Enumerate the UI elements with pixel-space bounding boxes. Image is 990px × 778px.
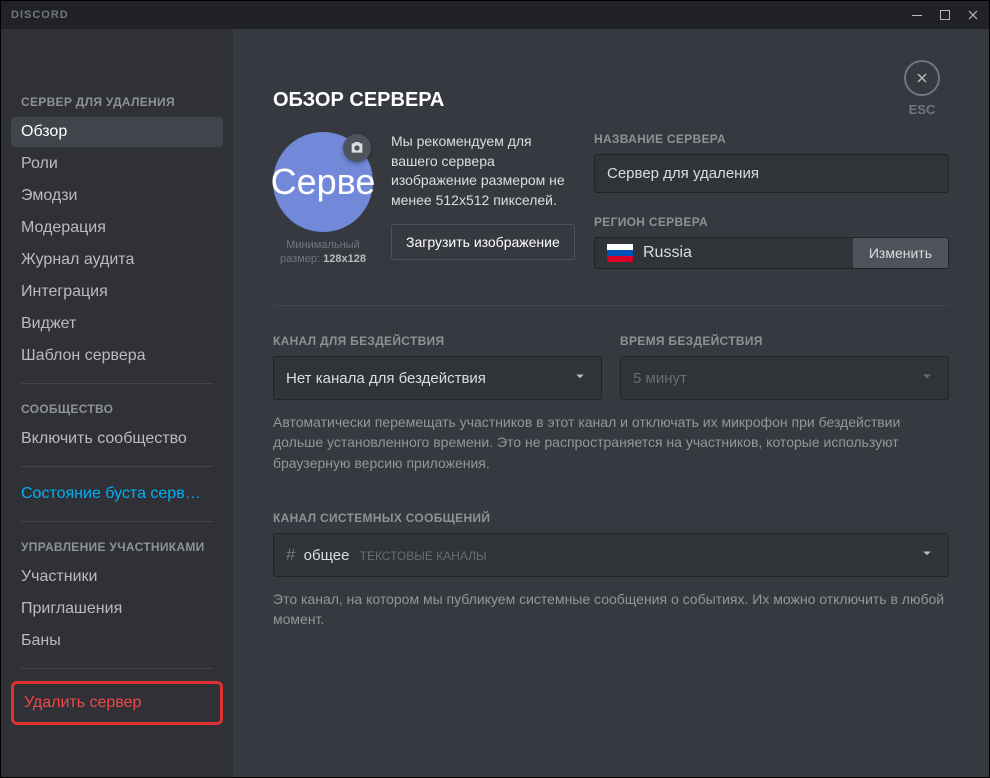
- close-settings-button[interactable]: ESC: [904, 60, 940, 117]
- flag-russia-icon: [607, 244, 633, 262]
- sidebar-separator: [21, 521, 213, 522]
- server-region-display: Russia: [595, 238, 853, 268]
- sidebar-item-boost-status[interactable]: Состояние буста серв…: [11, 479, 223, 509]
- sidebar-item-delete-server[interactable]: Удалить сервер: [14, 688, 220, 718]
- server-icon-uploader[interactable]: Серве: [273, 132, 373, 232]
- afk-timeout-label: ВРЕМЯ БЕЗДЕЙСТВИЯ: [620, 334, 949, 348]
- sidebar-item-emoji[interactable]: Эмодзи: [11, 181, 223, 211]
- system-channel-select[interactable]: # общее ТЕКСТОВЫЕ КАНАЛЫ: [273, 533, 949, 577]
- afk-help-text: Автоматически перемещать участников в эт…: [273, 412, 949, 473]
- sidebar-separator: [21, 466, 213, 467]
- sidebar-section-user-management: УПРАВЛЕНИЕ УЧАСТНИКАМИ: [11, 534, 223, 560]
- upload-image-button[interactable]: Загрузить изображение: [391, 224, 575, 260]
- sidebar-section-community: СООБЩЕСТВО: [11, 396, 223, 422]
- afk-channel-select[interactable]: Нет канала для бездействия: [273, 356, 602, 400]
- chevron-down-icon: [918, 544, 936, 566]
- content-area: ОБЗОР СЕРВЕРА Серве Минимальный размер: …: [233, 29, 989, 777]
- titlebar: DISCORD: [1, 1, 989, 29]
- app-name: DISCORD: [11, 9, 69, 21]
- afk-timeout-select[interactable]: 5 минут: [620, 356, 949, 400]
- hash-icon: #: [286, 545, 295, 564]
- upload-image-icon: [343, 134, 371, 162]
- sidebar-separator: [21, 668, 213, 669]
- afk-channel-label: КАНАЛ ДЛЯ БЕЗДЕЙСТВИЯ: [273, 334, 602, 348]
- system-channel-label: КАНАЛ СИСТЕМНЫХ СООБЩЕНИЙ: [273, 511, 949, 525]
- chevron-down-icon: [571, 367, 589, 389]
- window-close-button[interactable]: [959, 4, 987, 26]
- sidebar-item-integrations[interactable]: Интеграция: [11, 277, 223, 307]
- sidebar-item-template[interactable]: Шаблон сервера: [11, 341, 223, 371]
- sidebar-item-audit-log[interactable]: Журнал аудита: [11, 245, 223, 275]
- sidebar-separator: [21, 383, 213, 384]
- chevron-down-icon: [918, 367, 936, 389]
- sidebar-item-bans[interactable]: Баны: [11, 626, 223, 656]
- sidebar-section-server: СЕРВЕР ДЛЯ УДАЛЕНИЯ: [11, 89, 223, 115]
- window-minimize-button[interactable]: [903, 4, 931, 26]
- server-name-label: НАЗВАНИЕ СЕРВЕРА: [594, 132, 949, 146]
- sidebar-item-members[interactable]: Участники: [11, 562, 223, 592]
- sidebar-item-enable-community[interactable]: Включить сообщество: [11, 424, 223, 454]
- icon-recommend-text: Мы рекомендуем для вашего сервера изобра…: [391, 132, 576, 210]
- divider: [273, 305, 949, 306]
- settings-sidebar: СЕРВЕР ДЛЯ УДАЛЕНИЯ Обзор Роли Эмодзи Мо…: [1, 29, 233, 777]
- window-maximize-button[interactable]: [931, 4, 959, 26]
- server-icon-text: Серве: [271, 161, 376, 203]
- sidebar-item-roles[interactable]: Роли: [11, 149, 223, 179]
- sidebar-item-overview[interactable]: Обзор: [11, 117, 223, 147]
- min-size-hint: Минимальный размер: 128x128: [273, 238, 373, 267]
- sidebar-item-invites[interactable]: Приглашения: [11, 594, 223, 624]
- server-region-label: РЕГИОН СЕРВЕРА: [594, 215, 949, 229]
- server-name-input[interactable]: [594, 154, 949, 193]
- page-title: ОБЗОР СЕРВЕРА: [273, 89, 949, 112]
- sidebar-item-moderation[interactable]: Модерация: [11, 213, 223, 243]
- system-channel-help-text: Это канал, на котором мы публикуем систе…: [273, 589, 949, 630]
- sidebar-item-widget[interactable]: Виджет: [11, 309, 223, 339]
- change-region-button[interactable]: Изменить: [853, 238, 948, 268]
- close-icon: [904, 60, 940, 96]
- highlight-annotation: Удалить сервер: [11, 681, 223, 725]
